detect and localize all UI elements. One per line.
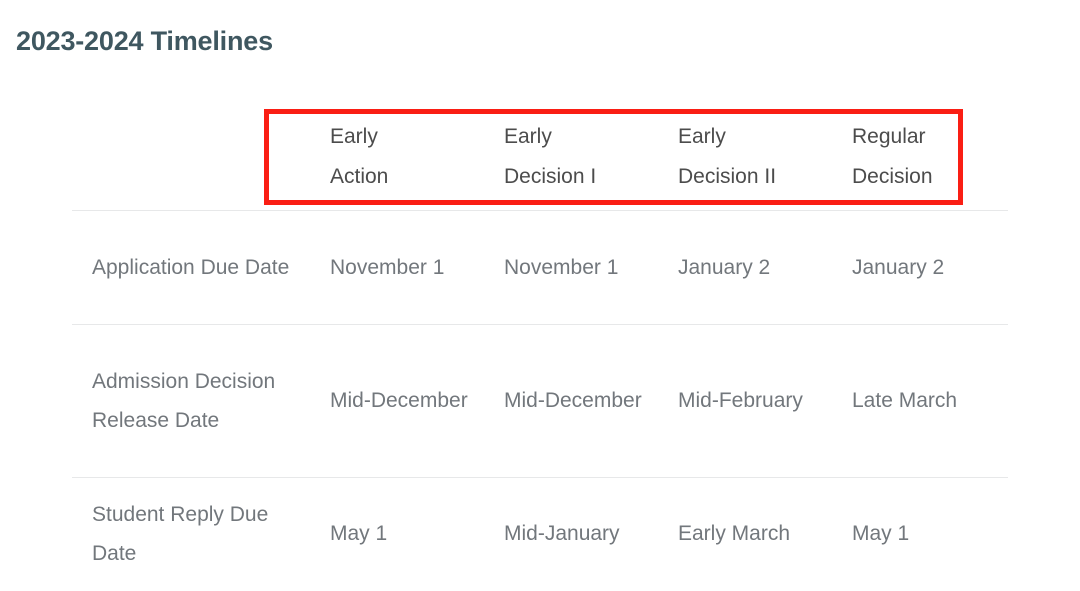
column-header-early-action: Early Action	[310, 104, 484, 210]
cell-application-due-early-action: November 1	[310, 209, 484, 324]
cell-decision-release-early-decision-2: Mid-February	[658, 323, 832, 477]
table-row: Student Reply Due Date May 1 Mid-January…	[72, 476, 1008, 590]
cell-student-reply-regular-decision: May 1	[832, 476, 1008, 590]
column-header-line: Decision II	[678, 164, 777, 188]
cell-application-due-early-decision-1: November 1	[484, 209, 658, 324]
column-header-line: Decision I	[504, 164, 597, 188]
column-header-blank	[72, 104, 310, 210]
cell-decision-release-regular-decision: Late March	[832, 323, 1008, 477]
table-header-row: Early Action Early Decision I Early Deci…	[72, 104, 1008, 210]
cell-decision-release-early-decision-1: Mid-December	[484, 323, 658, 477]
table-row: Admission Decision Release Date Mid-Dece…	[72, 323, 1008, 477]
cell-decision-release-early-action: Mid-December	[310, 323, 484, 477]
row-header-application-due-date: Application Due Date	[72, 209, 310, 324]
column-header-early-decision-2: Early Decision II	[658, 104, 832, 210]
row-header-admission-decision-release-date: Admission Decision Release Date	[72, 323, 310, 477]
admission-timelines-table: Early Action Early Decision I Early Deci…	[72, 104, 1008, 590]
cell-student-reply-early-action: May 1	[310, 476, 484, 590]
column-header-regular-decision: Regular Decision	[832, 104, 1008, 210]
cell-application-due-regular-decision: January 2	[832, 209, 1008, 324]
column-header-line: Early	[504, 124, 552, 148]
row-header-student-reply-due-date: Student Reply Due Date	[72, 476, 310, 590]
column-header-line: Action	[330, 164, 389, 188]
cell-student-reply-early-decision-1: Mid-January	[484, 476, 658, 590]
column-header-line: Early	[678, 124, 726, 148]
cell-application-due-early-decision-2: January 2	[658, 209, 832, 324]
cell-student-reply-early-decision-2: Early March	[658, 476, 832, 590]
column-header-line: Regular	[852, 124, 926, 148]
column-header-line: Early	[330, 124, 378, 148]
table-row: Application Due Date November 1 November…	[72, 209, 1008, 324]
column-header-early-decision-1: Early Decision I	[484, 104, 658, 210]
page-title: 2023-2024 Timelines	[16, 26, 273, 57]
column-header-line: Decision	[852, 164, 933, 188]
